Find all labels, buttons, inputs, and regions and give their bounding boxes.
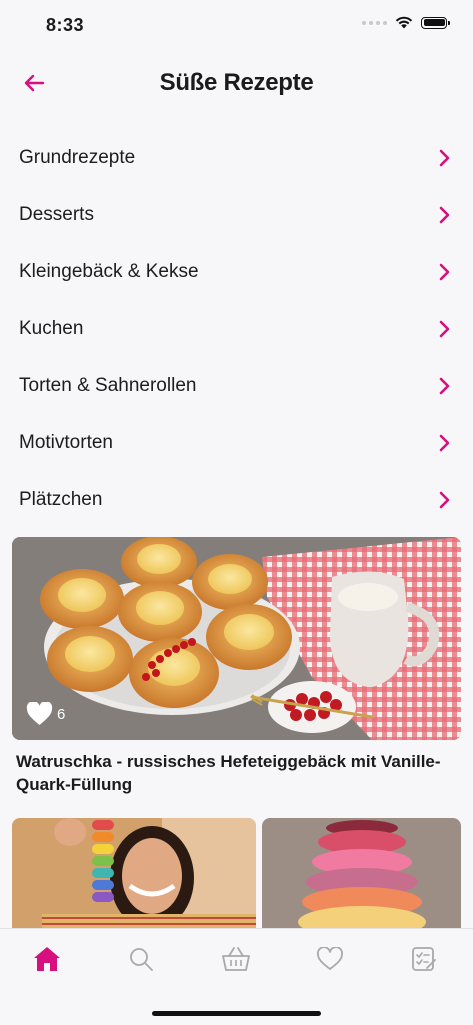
category-item-kuchen[interactable]: Kuchen	[0, 301, 473, 358]
search-icon	[130, 948, 153, 971]
chevron-right-icon	[439, 263, 450, 281]
recipe-title[interactable]: Watruschka - russisches Hefeteiggebäck m…	[12, 750, 461, 796]
status-bar: 8:33	[0, 0, 473, 50]
status-indicators	[362, 16, 450, 29]
category-label: Torten & Sahnerollen	[19, 375, 197, 396]
navigation-bar: Süße Rezepte	[0, 55, 473, 111]
wifi-icon	[395, 16, 413, 29]
recipe-preview-card[interactable]	[262, 818, 461, 938]
like-badge[interactable]: 6	[26, 702, 65, 726]
recipe-image[interactable]: 6	[12, 537, 461, 740]
macaron-tower-photo	[262, 818, 461, 938]
tab-search[interactable]	[121, 939, 161, 979]
chevron-right-icon	[439, 377, 450, 395]
like-count: 6	[57, 705, 66, 723]
category-label: Kuchen	[19, 318, 84, 339]
tab-bar	[0, 928, 473, 1025]
home-indicator	[152, 1011, 321, 1016]
category-item-kleingebaeck-kekse[interactable]: Kleingebäck & Kekse	[0, 244, 473, 301]
macaron-woman-photo	[12, 818, 256, 938]
category-label: Plätzchen	[19, 489, 103, 510]
chevron-right-icon	[439, 206, 450, 224]
featured-recipe-card[interactable]: 6 Watruschka - russisches Hefeteiggebäck…	[12, 537, 461, 796]
chevron-right-icon	[439, 434, 450, 452]
pastry-photo	[12, 537, 461, 740]
signal-icon	[362, 20, 387, 25]
tab-basket[interactable]	[216, 939, 256, 979]
tab-shopping-list[interactable]	[404, 939, 444, 979]
tab-favorites[interactable]	[310, 939, 350, 979]
basket-icon	[222, 947, 250, 971]
tab-home[interactable]	[27, 939, 67, 979]
heart-filled-icon	[26, 702, 53, 725]
status-time: 8:33	[46, 15, 85, 35]
chevron-right-icon	[439, 320, 450, 338]
recipe-preview-card[interactable]	[12, 818, 256, 938]
category-item-grundrezepte[interactable]: Grundrezepte	[0, 130, 473, 187]
checklist-icon	[412, 947, 436, 971]
category-label: Motivtorten	[19, 432, 113, 453]
battery-icon	[421, 16, 450, 29]
category-label: Grundrezepte	[19, 147, 136, 168]
chevron-right-icon	[439, 491, 450, 509]
category-label: Desserts	[19, 204, 94, 225]
heart-icon	[317, 947, 343, 970]
category-item-motivtorten[interactable]: Motivtorten	[0, 415, 473, 472]
category-label: Kleingebäck & Kekse	[19, 261, 199, 282]
recipe-preview-row	[12, 818, 461, 938]
page-title: Süße Rezepte	[159, 69, 314, 96]
home-icon	[34, 947, 60, 971]
category-item-torten-sahnerollen[interactable]: Torten & Sahnerollen	[0, 358, 473, 415]
category-item-plaetzchen[interactable]: Plätzchen	[0, 472, 473, 529]
category-list: Grundrezepte Desserts Kleingebäck & Keks…	[0, 130, 473, 529]
category-item-desserts[interactable]: Desserts	[0, 187, 473, 244]
chevron-right-icon	[439, 149, 450, 167]
